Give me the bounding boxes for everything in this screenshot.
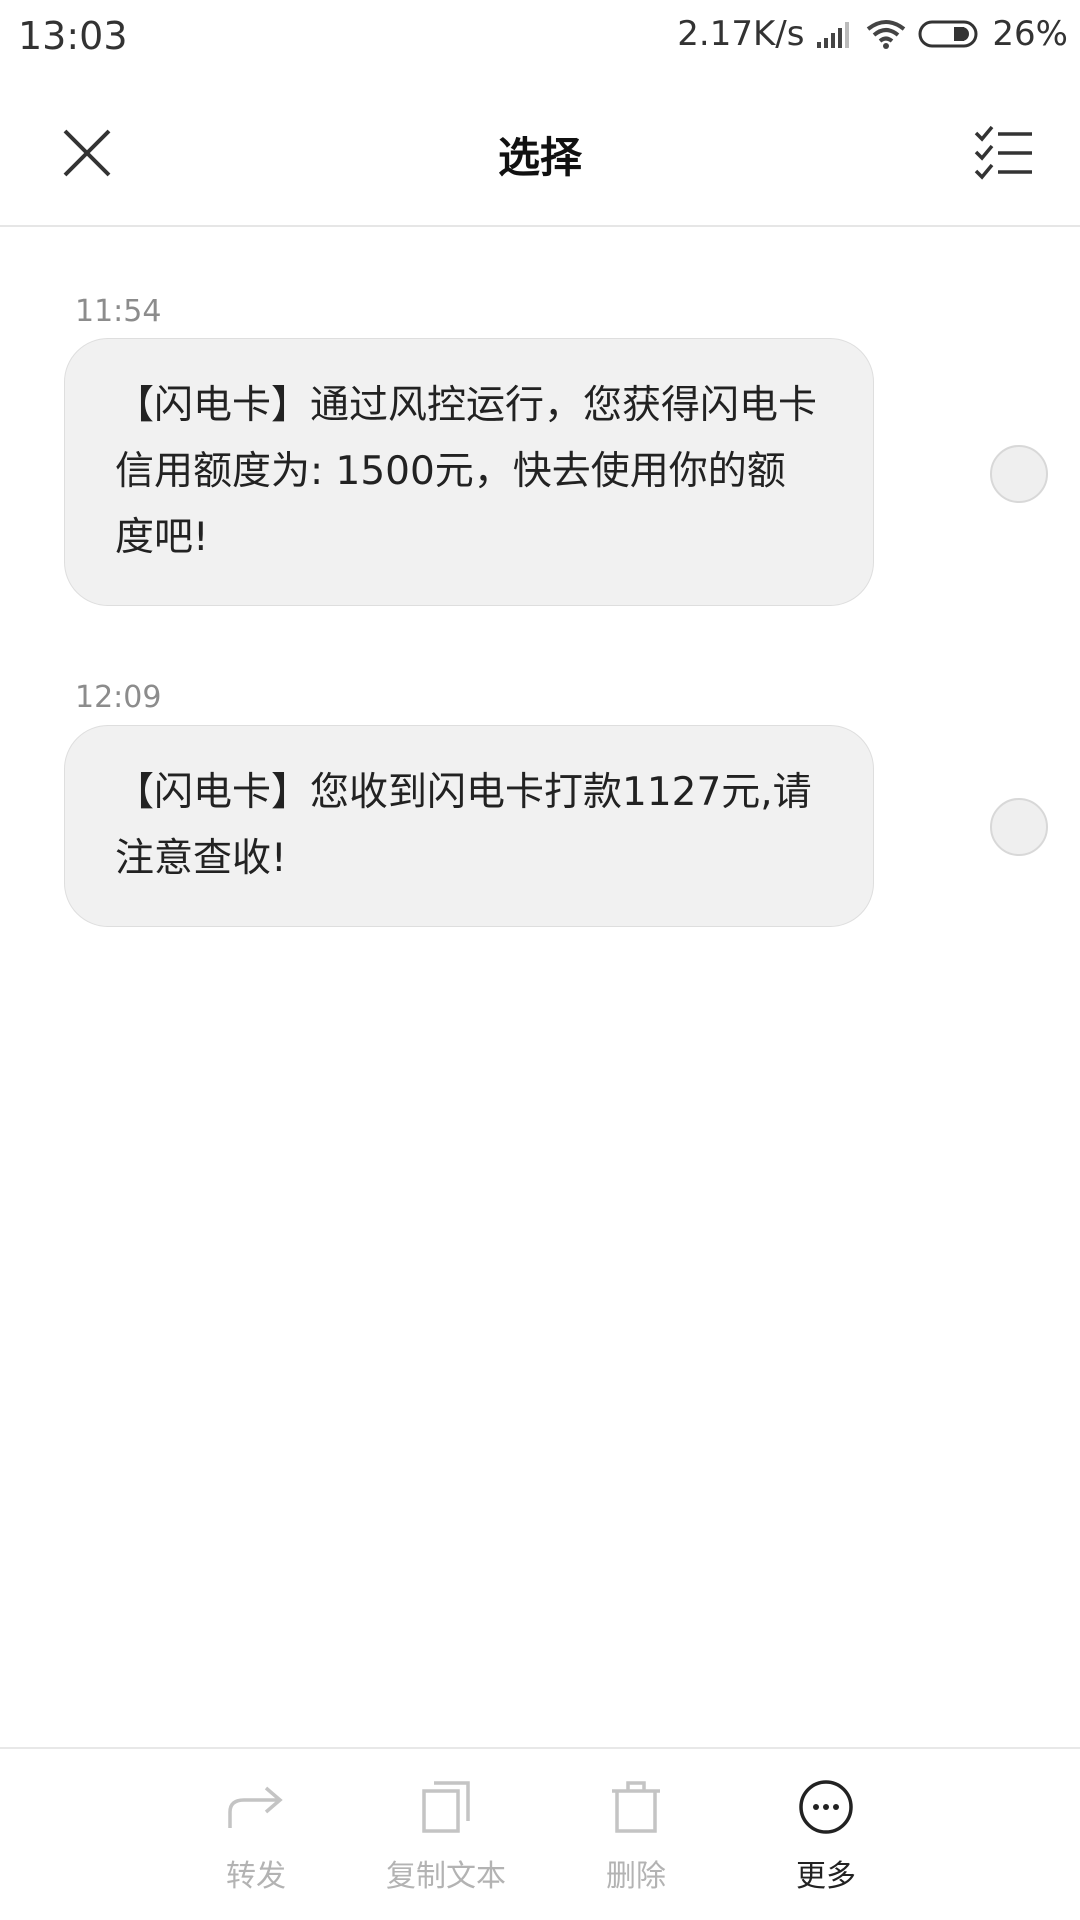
status-bar: 13:03 2.17K/s 26% — [0, 0, 1080, 80]
forward-label: 转发 — [226, 1859, 286, 1894]
delete-label: 删除 — [606, 1859, 666, 1894]
select-all-icon — [974, 125, 1032, 180]
message-select-checkbox[interactable] — [990, 445, 1048, 503]
battery-icon — [918, 19, 980, 49]
message-bubble[interactable]: 【闪电卡】通过风控运行，您获得闪电卡信用额度为: 1500元，快去使用你的额度吧… — [64, 338, 874, 606]
wifi-icon — [866, 19, 906, 49]
select-all-button[interactable] — [964, 118, 1044, 188]
message-bubble[interactable]: 【闪电卡】您收到闪电卡打款1127元,请注意查收! — [64, 725, 874, 927]
delete-button[interactable]: 删除 — [546, 1777, 726, 1895]
more-button[interactable]: 更多 — [736, 1777, 916, 1895]
more-label: 更多 — [796, 1859, 856, 1894]
status-time: 13:03 — [18, 14, 128, 58]
message-text: 【闪电卡】您收到闪电卡打款1127元,请注意查收! — [115, 770, 812, 881]
screen: 13:03 2.17K/s 26% 选择 11:54 【闪电卡】通过风控运行，您… — [0, 0, 1080, 1920]
more-icon — [799, 1780, 853, 1834]
bottom-action-bar: 转发 复制文本 删除 更多 — [0, 1747, 1080, 1920]
message-select-checkbox[interactable] — [990, 798, 1048, 856]
network-speed: 2.17K/s — [677, 14, 805, 54]
battery-percent: 26% — [992, 14, 1068, 54]
message-text: 【闪电卡】通过风控运行，您获得闪电卡信用额度为: 1500元，快去使用你的额度吧… — [115, 383, 818, 560]
trash-icon — [612, 1781, 660, 1833]
page-title: 选择 — [497, 133, 582, 182]
copy-icon — [422, 1781, 470, 1833]
message-timestamp: 11:54 — [75, 294, 162, 329]
header: 选择 — [0, 80, 1080, 227]
forward-button[interactable]: 转发 — [166, 1777, 346, 1895]
message-timestamp: 12:09 — [75, 680, 162, 715]
copy-text-button[interactable]: 复制文本 — [356, 1777, 536, 1895]
status-right: 2.17K/s 26% — [677, 14, 1068, 54]
forward-icon — [228, 1786, 283, 1828]
signal-icon — [816, 20, 854, 48]
copy-text-label: 复制文本 — [386, 1859, 506, 1894]
